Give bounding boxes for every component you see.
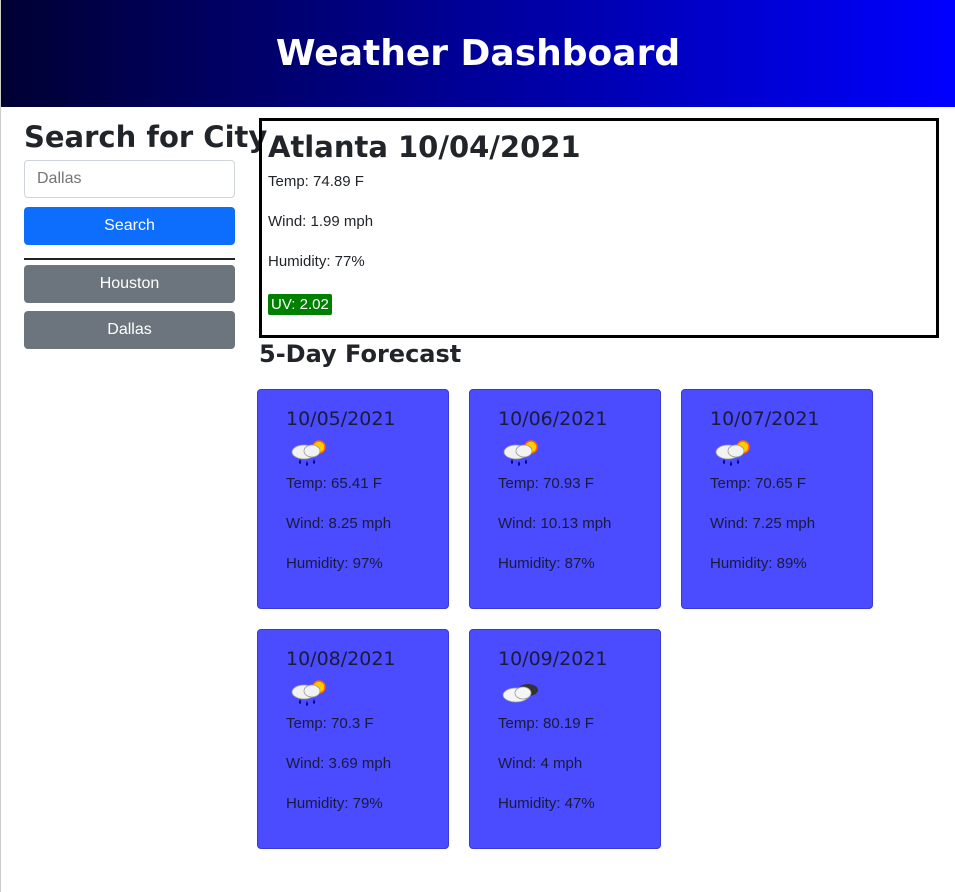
forecast-temp: Temp: 80.19 F [498, 715, 594, 732]
forecast-temp: Temp: 70.93 F [498, 475, 594, 492]
forecast-wind: Wind: 10.13 mph [498, 515, 612, 532]
forecast-temp: Temp: 70.65 F [710, 475, 806, 492]
forecast-humidity: Humidity: 87% [498, 555, 595, 572]
forecast-humidity: Humidity: 79% [286, 795, 383, 812]
search-heading: Search for City [24, 120, 268, 154]
search-button[interactable]: Search [24, 207, 235, 245]
forecast-humidity: Humidity: 89% [710, 555, 807, 572]
current-humidity: Humidity: 77% [268, 253, 365, 270]
current-temp: Temp: 74.89 F [268, 173, 364, 190]
cloud-icon [502, 684, 538, 703]
forecast-wind: Wind: 7.25 mph [710, 515, 816, 532]
forecast-temp: Temp: 65.41 F [286, 475, 382, 492]
forecast-date: 10/07/2021 [710, 408, 820, 430]
forecast-card: 10/07/2021 Temp: 70.65 F Wind: 7.25 mph … [681, 389, 873, 609]
forecast-humidity: Humidity: 47% [498, 795, 595, 812]
city-search-input[interactable] [24, 160, 235, 198]
forecast-card: 10/06/2021 Temp: 70.93 F Wind: 10.13 mph… [469, 389, 661, 609]
forecast-card: 10/08/2021 Temp: 70.3 F Wind: 3.69 mph H… [257, 629, 449, 849]
current-wind: Wind: 1.99 mph [268, 213, 374, 230]
page-header: Weather Dashboard [1, 0, 955, 107]
current-weather-panel: Atlanta 10/04/2021 Temp: 74.89 F Wind: 1… [259, 118, 939, 338]
forecast-date: 10/05/2021 [286, 408, 396, 430]
forecast-date: 10/09/2021 [498, 648, 608, 670]
rain-sun-icon [503, 440, 538, 466]
page-title: Weather Dashboard [275, 33, 681, 74]
rain-sun-icon [291, 440, 326, 466]
forecast-wind: Wind: 8.25 mph [286, 515, 392, 532]
current-city-title: Atlanta 10/04/2021 [268, 130, 581, 164]
rain-sun-icon [291, 680, 326, 706]
forecast-humidity: Humidity: 97% [286, 555, 383, 572]
divider [24, 258, 235, 260]
history-button-dallas[interactable]: Dallas [24, 311, 235, 349]
history-button-houston[interactable]: Houston [24, 265, 235, 303]
forecast-heading: 5-Day Forecast [259, 340, 462, 368]
search-sidebar: Search for City Search Houston Dallas [24, 120, 268, 357]
forecast-temp: Temp: 70.3 F [286, 715, 374, 732]
forecast-wind: Wind: 3.69 mph [286, 755, 392, 772]
forecast-wind: Wind: 4 mph [498, 755, 583, 772]
forecast-date: 10/06/2021 [498, 408, 608, 430]
forecast-card: 10/09/2021 Temp: 80.19 F Wind: 4 mph Hum… [469, 629, 661, 849]
uv-index-badge: UV: 2.02 [268, 294, 332, 315]
forecast-date: 10/08/2021 [286, 648, 396, 670]
rain-sun-icon [715, 440, 750, 466]
forecast-card: 10/05/2021 Temp: 65.41 F Wind: 8.25 mph … [257, 389, 449, 609]
